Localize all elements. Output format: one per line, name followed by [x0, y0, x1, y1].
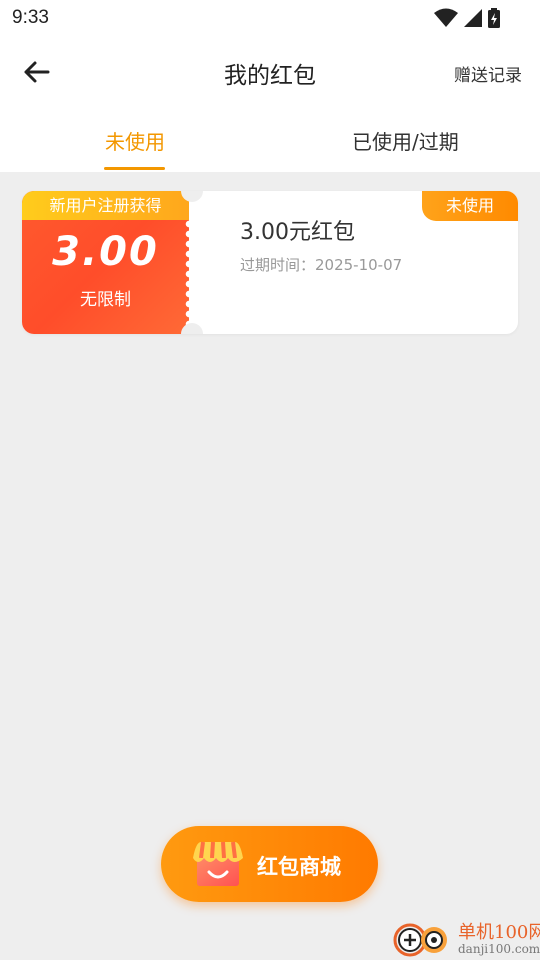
wifi-icon [434, 8, 458, 27]
coupon-value-panel: 新用户注册获得 3.00 无限制 [22, 191, 189, 334]
watermark-title: 单机100网 [458, 922, 540, 943]
tab-bar: 未使用 已使用/过期 [0, 106, 540, 172]
tab-unused[interactable]: 未使用 [105, 126, 165, 155]
tab-used-expired[interactable]: 已使用/过期 [352, 126, 459, 155]
watermark-logo-icon [393, 923, 447, 957]
coupon-name: 3.00元红包 [240, 220, 355, 245]
header: 我的红包 赠送记录 [0, 38, 540, 106]
coupon-amount: 3.00 [52, 229, 159, 275]
signal-icon [464, 9, 482, 27]
shop-icon [193, 841, 243, 886]
status-icons [434, 7, 500, 29]
gift-record-link[interactable]: 赠送记录 [454, 61, 522, 86]
status-time: 9:33 [12, 7, 49, 28]
coupon-card[interactable]: 新用户注册获得 3.00 无限制 3.00元红包 过期时间：2025-10-07… [22, 191, 518, 334]
watermark-url: danji100.com [458, 942, 540, 956]
coupon-status-badge: 未使用 [422, 191, 518, 221]
coupon-limit: 无限制 [80, 290, 131, 310]
status-bar: 9:33 [0, 0, 540, 38]
red-packet-mall-button[interactable]: 红包商城 [161, 826, 378, 902]
coupon-expiry: 过期时间：2025-10-07 [240, 256, 403, 274]
coupon-source-tag: 新用户注册获得 [22, 191, 189, 220]
tab-indicator [104, 167, 165, 170]
battery-icon [488, 8, 500, 28]
shop-button-label: 红包商城 [257, 855, 341, 879]
watermark: 单机100网 danji100.com [390, 916, 540, 960]
coupon-notch-bottom [181, 323, 203, 334]
